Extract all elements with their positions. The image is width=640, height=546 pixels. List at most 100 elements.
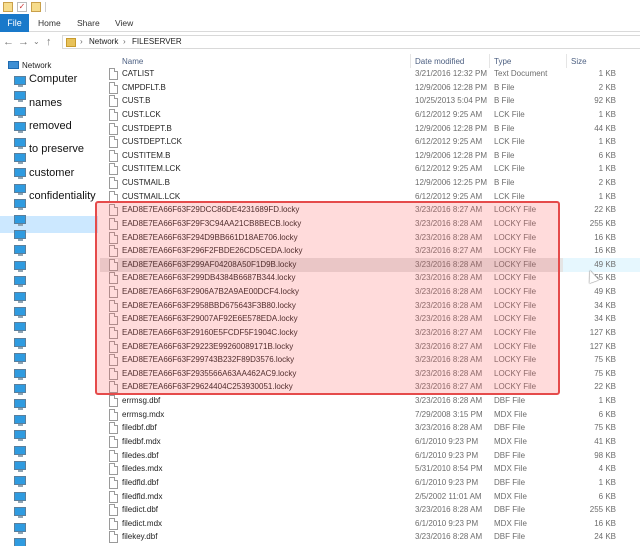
file-row[interactable]: filedes.mdx 5/31/2010 8:54 PM MDX File 4 KB [100, 462, 640, 476]
file-row[interactable]: filedfld.dbf 6/1/2010 9:23 PM DBF File 1 KB [100, 476, 640, 490]
file-size: 127 KB [589, 327, 616, 337]
file-size: 2 KB [598, 82, 616, 92]
up-arrow-icon[interactable]: ↑ [46, 35, 52, 49]
address-bar[interactable]: › Network › FILESERVER [62, 35, 640, 49]
computer-icon[interactable] [14, 214, 26, 226]
computer-icon[interactable] [14, 368, 26, 380]
file-row[interactable]: errmsg.mdx 7/29/2008 3:15 PM MDX File 6 KB [100, 408, 640, 422]
file-row[interactable]: CUSTITEM.LCK 6/12/2012 9:25 AM LCK File 1 K… [100, 162, 640, 176]
column-header-type[interactable]: Type [494, 57, 511, 67]
file-row[interactable]: CUSTDEPT.B 12/9/2006 12:28 PM B File 44 KB [100, 122, 640, 136]
tab-home[interactable]: Home [38, 14, 61, 32]
file-row[interactable]: filedes.dbf 6/1/2010 9:23 PM DBF File 98 KB [100, 449, 640, 463]
file-icon [109, 68, 118, 80]
file-row[interactable]: CUST.B 10/25/2013 5:04 PM B File 92 KB [100, 94, 640, 108]
computer-icon[interactable] [14, 106, 26, 118]
computer-icon[interactable] [14, 153, 26, 164]
computer-icon[interactable] [14, 199, 26, 211]
computer-icon[interactable] [14, 337, 26, 349]
new-folder-icon[interactable] [31, 2, 41, 12]
folder-icon[interactable] [3, 2, 13, 12]
file-type: DBF File [494, 450, 526, 460]
breadcrumb-separator-icon[interactable]: › [80, 36, 83, 48]
computer-icon[interactable] [14, 491, 26, 503]
file-icon [109, 517, 118, 530]
file-row[interactable]: errmsg.dbf 3/23/2016 8:28 AM DBF File 1 KB [100, 394, 640, 408]
computer-icon[interactable] [14, 538, 26, 546]
file-row[interactable]: filedict.dbf 3/23/2016 8:28 AM DBF File 255… [100, 503, 640, 517]
file-size: 22 KB [594, 382, 616, 392]
column-divider[interactable] [566, 54, 567, 68]
computer-icon[interactable] [14, 384, 26, 395]
file-row[interactable]: CMPDFLT.B 12/9/2006 12:28 PM B File 2 KB [100, 81, 640, 95]
column-header-size[interactable]: Size [571, 57, 587, 67]
file-name: errmsg.dbf [122, 396, 161, 406]
file-icon [109, 108, 118, 121]
file-row[interactable]: filedbf.mdx 6/1/2010 9:23 PM MDX File 41 KB [100, 435, 640, 449]
file-row[interactable]: CUSTMAIL.B 12/9/2006 12:25 PM B File 2 KB [100, 176, 640, 190]
computer-icon[interactable] [14, 507, 26, 519]
file-size: 75 KB [594, 355, 616, 365]
file-type: LCK File [494, 164, 525, 174]
file-type: MDX File [494, 491, 527, 501]
file-size: 22 KB [594, 205, 616, 215]
computer-icon[interactable] [14, 260, 26, 272]
recent-locations-icon[interactable]: ⌄ [33, 35, 40, 49]
computer-icon[interactable] [14, 291, 26, 303]
file-icon [109, 122, 118, 135]
computer-icon[interactable] [14, 399, 26, 411]
computer-icon[interactable] [14, 76, 26, 87]
file-icon [109, 436, 118, 448]
computer-icon[interactable] [14, 183, 26, 195]
file-tab[interactable]: File [0, 14, 29, 32]
file-row[interactable]: filedict.mdx 6/1/2010 9:23 PM MDX File 16 K… [100, 517, 640, 531]
computer-icon[interactable] [14, 461, 26, 472]
computer-icon[interactable] [14, 307, 26, 318]
tab-view[interactable]: View [115, 14, 133, 32]
file-size: 98 KB [594, 450, 616, 460]
quick-access-toolbar: ✓ [0, 0, 640, 14]
properties-icon[interactable]: ✓ [17, 2, 27, 12]
computer-icon[interactable] [14, 122, 26, 134]
computer-icon[interactable] [14, 353, 26, 365]
column-header-date[interactable]: Date modified [415, 57, 464, 67]
breadcrumb-network[interactable]: Network [89, 36, 118, 48]
computer-icon[interactable] [14, 230, 26, 241]
computer-icon[interactable] [14, 137, 26, 149]
file-row[interactable]: filedbf.dbf 3/23/2016 8:28 AM DBF File 75 K… [100, 421, 640, 435]
file-icon [109, 463, 118, 476]
nav-network-label: Network [22, 61, 52, 70]
computer-icon[interactable] [14, 168, 26, 180]
computer-icon[interactable] [14, 476, 26, 488]
redaction-note: to preserve [29, 143, 85, 155]
forward-arrow-icon[interactable]: → [18, 35, 29, 49]
file-size: 41 KB [594, 437, 616, 446]
file-row[interactable]: filedfld.mdx 2/5/2002 11:01 AM MDX File 6 K… [100, 490, 640, 504]
file-date: 6/1/2010 9:23 PM [415, 477, 479, 487]
file-name: filedict.mdx [122, 518, 163, 528]
computer-icon[interactable] [14, 91, 26, 103]
computer-icon[interactable] [14, 245, 26, 257]
file-row[interactable]: CATLIST 3/21/2016 12:32 PM Text Document 1 … [100, 67, 640, 81]
redaction-note: names [29, 97, 63, 109]
column-divider[interactable] [489, 54, 490, 68]
computer-icon[interactable] [14, 445, 26, 457]
breadcrumb-separator-icon[interactable]: › [123, 36, 126, 48]
back-arrow-icon[interactable]: ← [3, 35, 14, 49]
column-header-name[interactable]: Name [122, 57, 143, 67]
computer-icon[interactable] [14, 322, 26, 334]
column-divider[interactable] [410, 54, 411, 68]
file-row[interactable]: CUST.LCK 6/12/2012 9:25 AM LCK File 1 KB [100, 108, 640, 122]
computer-icon[interactable] [14, 414, 26, 426]
file-row[interactable]: filekey.dbf 3/23/2016 8:28 AM DBF File 24 K… [100, 530, 640, 544]
tab-share[interactable]: Share [77, 14, 100, 32]
computer-icon[interactable] [14, 522, 26, 534]
computer-icon[interactable] [14, 430, 26, 442]
breadcrumb-fileserver[interactable]: FILESERVER [132, 36, 182, 48]
file-row[interactable]: CUSTDEPT.LCK 6/12/2012 9:25 AM LCK File 1 K… [100, 135, 640, 149]
file-row[interactable]: CUSTITEM.B 12/9/2006 12:28 PM B File 6 KB [100, 149, 640, 163]
computer-icon[interactable] [14, 276, 26, 288]
file-name: CUSTDEPT.B [122, 123, 172, 133]
file-size: 255 KB [589, 218, 616, 228]
navigation-pane: Network Computer names removed to preser… [0, 52, 98, 546]
